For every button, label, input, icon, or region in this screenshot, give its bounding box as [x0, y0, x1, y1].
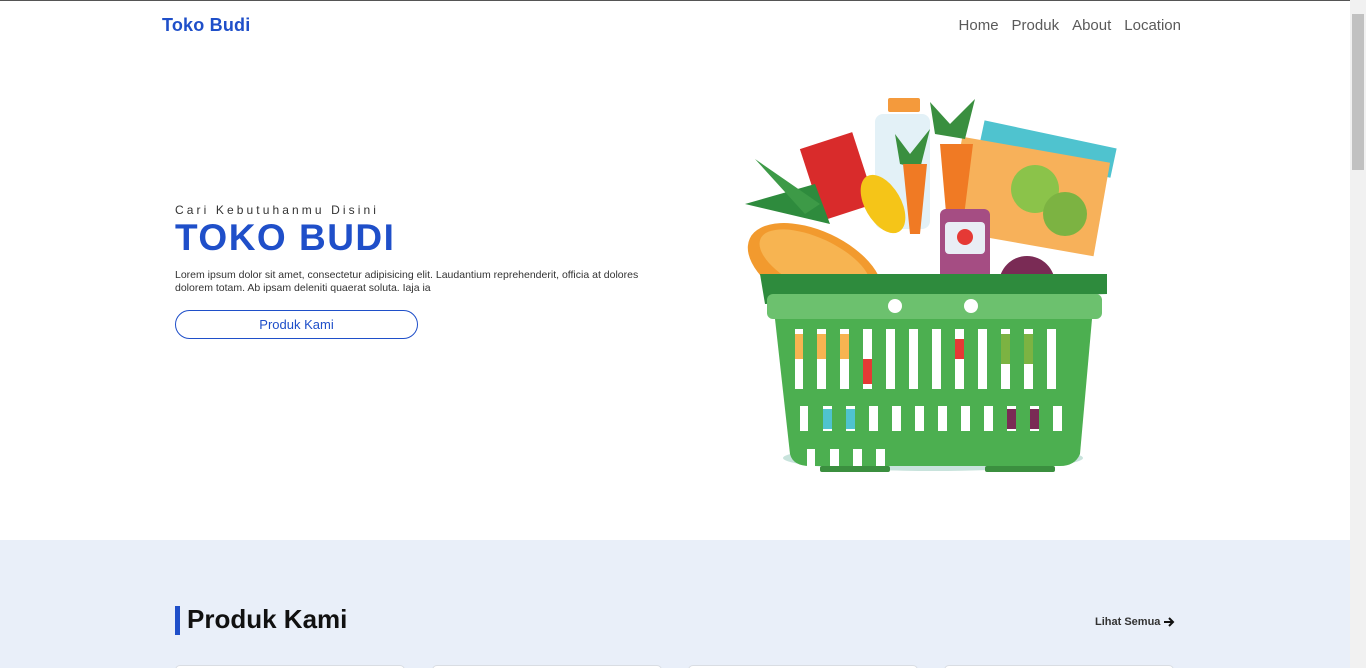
page-scrollbar[interactable] [1350, 0, 1366, 668]
products-section-title: Produk Kami [187, 604, 348, 634]
nav-home[interactable]: Home [959, 17, 999, 34]
navbar: Toko Budi Home Produk About Location [0, 1, 1350, 49]
hero-description: Lorem ipsum dolor sit amet, consectetur … [175, 269, 639, 294]
products-section: Produk Kami Lihat Semua [0, 540, 1350, 668]
hero-tagline: Cari Kebutuhanmu Disini [175, 203, 380, 217]
grocery-basket-illustration [745, 98, 1117, 472]
brand-logo[interactable]: Toko Budi [162, 15, 250, 36]
see-all-link[interactable]: Lihat Semua [1095, 616, 1175, 628]
nav-links: Home Produk About Location [959, 17, 1181, 34]
nav-produk[interactable]: Produk [1012, 17, 1060, 34]
nav-about[interactable]: About [1072, 17, 1111, 34]
section-title-accent-bar [175, 606, 180, 635]
hero-title: TOKO BUDI [175, 217, 396, 258]
see-all-label: Lihat Semua [1095, 616, 1161, 628]
scrollbar-thumb[interactable] [1352, 14, 1364, 170]
arrow-right-icon [1164, 617, 1175, 627]
nav-location[interactable]: Location [1124, 17, 1181, 34]
produk-kami-button[interactable]: Produk Kami [175, 310, 418, 339]
hero-section: Cari Kebutuhanmu Disini TOKO BUDI Lorem … [0, 49, 1350, 540]
